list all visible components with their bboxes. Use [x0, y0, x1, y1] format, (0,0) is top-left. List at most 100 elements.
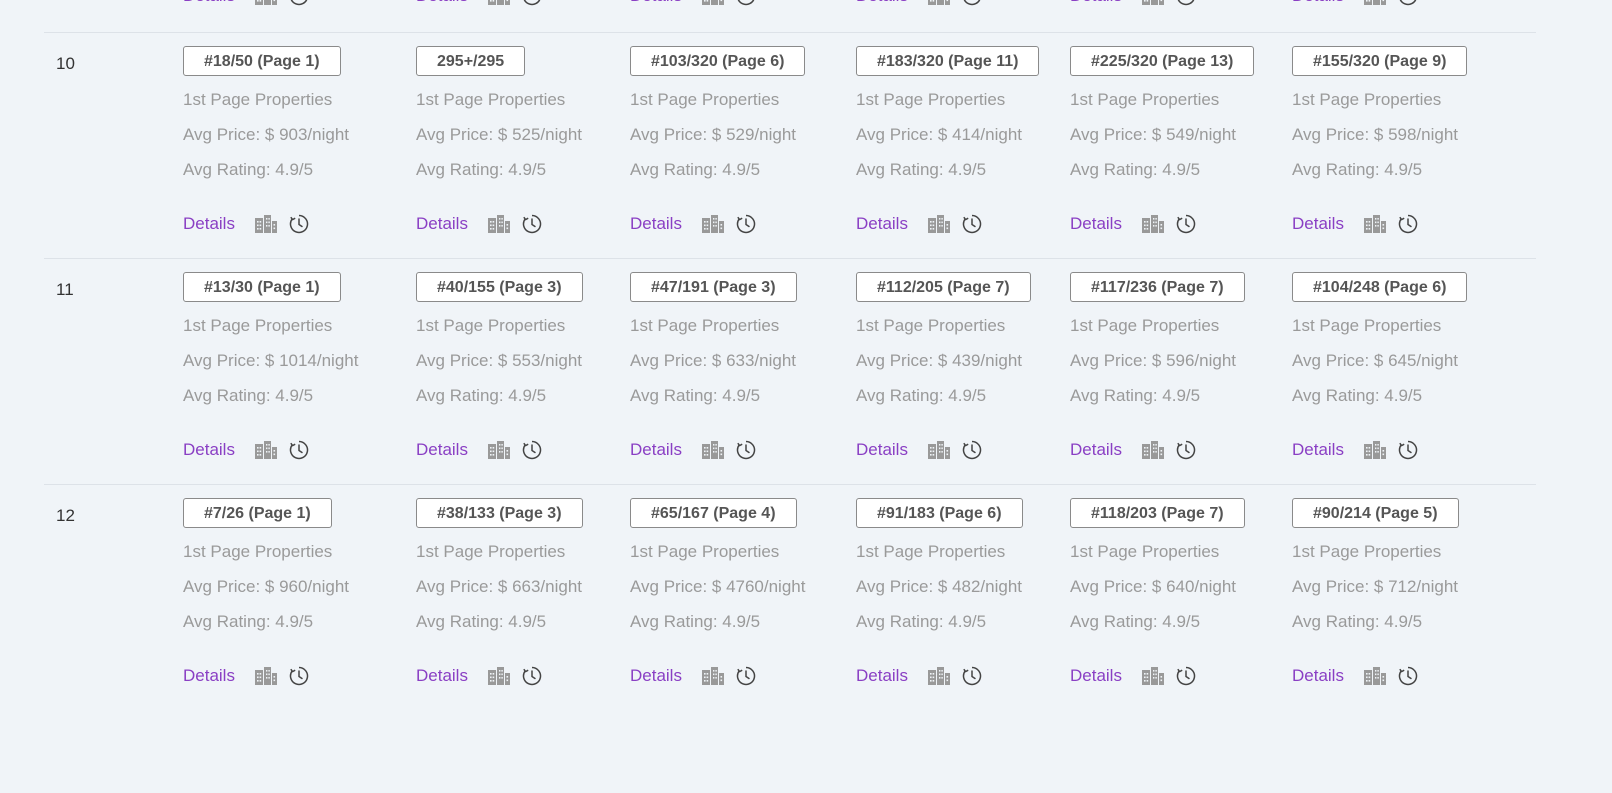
history-clock-icon[interactable] — [289, 440, 309, 460]
details-link[interactable]: Details — [630, 0, 682, 6]
details-link[interactable]: Details — [416, 0, 468, 6]
building-icon[interactable] — [1363, 667, 1386, 685]
details-link[interactable]: Details — [856, 0, 908, 6]
building-icon[interactable] — [1141, 0, 1164, 5]
building-icon[interactable] — [487, 667, 510, 685]
rank-badge[interactable]: #13/30 (Page 1) — [183, 272, 341, 302]
rank-badge[interactable]: 295+/295 — [416, 46, 526, 76]
building-icon[interactable] — [254, 215, 277, 233]
building-icon[interactable] — [701, 0, 724, 5]
building-icon[interactable] — [254, 667, 277, 685]
rank-badge[interactable]: #7/26 (Page 1) — [183, 498, 332, 528]
history-clock-icon[interactable] — [1176, 214, 1196, 234]
building-icon[interactable] — [701, 215, 724, 233]
rank-badge[interactable]: #91/183 (Page 6) — [856, 498, 1023, 528]
avg-rating-text: Avg Rating: 4.9/5 — [416, 612, 547, 631]
details-link[interactable]: Details — [1292, 440, 1344, 460]
history-clock-icon-svg — [963, 0, 981, 6]
history-clock-icon[interactable] — [962, 0, 982, 6]
details-link[interactable]: Details — [856, 666, 908, 686]
history-clock-icon[interactable] — [736, 214, 756, 234]
history-clock-icon-svg — [289, 440, 309, 460]
history-clock-icon[interactable] — [289, 214, 309, 234]
building-icon[interactable] — [701, 667, 724, 685]
history-clock-icon-svg — [962, 440, 982, 460]
details-link[interactable]: Details — [630, 214, 682, 234]
history-clock-icon[interactable] — [736, 440, 756, 460]
rank-badge[interactable]: #225/320 (Page 13) — [1070, 46, 1255, 76]
rank-badge[interactable]: #155/320 (Page 9) — [1292, 46, 1468, 76]
history-clock-icon[interactable] — [522, 666, 542, 686]
history-clock-icon[interactable] — [1398, 440, 1418, 460]
rank-badge[interactable]: #18/50 (Page 1) — [183, 46, 341, 76]
rank-badge[interactable]: #40/155 (Page 3) — [416, 272, 583, 302]
history-clock-icon[interactable] — [522, 440, 542, 460]
details-link[interactable]: Details — [856, 214, 908, 234]
grid-row: 10 #18/50 (Page 1) 1st Page Properties Avg … — [44, 32, 1536, 259]
details-link[interactable]: Details — [183, 0, 235, 6]
details-link[interactable]: Details — [183, 440, 235, 460]
details-link[interactable]: Details — [1070, 440, 1122, 460]
rank-badge[interactable]: #117/236 (Page 7) — [1070, 272, 1245, 302]
building-icon[interactable] — [1363, 215, 1386, 233]
details-link[interactable]: Details — [856, 440, 908, 460]
history-clock-icon[interactable] — [1176, 666, 1196, 686]
history-clock-icon[interactable] — [1398, 666, 1418, 686]
rank-badge[interactable]: #112/205 (Page 7) — [856, 272, 1031, 302]
building-icon[interactable] — [701, 441, 724, 459]
rank-badge[interactable]: #183/320 (Page 11) — [856, 46, 1040, 76]
building-icon-svg — [927, 215, 950, 233]
details-link[interactable]: Details — [1070, 214, 1122, 234]
avg-rating-text: Avg Rating: 4.9/5 — [1292, 386, 1423, 405]
details-link[interactable]: Details — [1292, 0, 1344, 6]
history-clock-icon[interactable] — [736, 666, 756, 686]
history-clock-icon[interactable] — [962, 440, 982, 460]
cell-actions: Details — [183, 440, 309, 460]
rank-badge[interactable]: #104/248 (Page 6) — [1292, 272, 1468, 302]
building-icon[interactable] — [1363, 0, 1386, 5]
grid-row: 12 #7/26 (Page 1) 1st Page Properties Avg P… — [44, 484, 1536, 710]
row-label: 12 — [56, 506, 75, 525]
details-link[interactable]: Details — [183, 666, 235, 686]
history-clock-icon[interactable] — [962, 214, 982, 234]
building-icon[interactable] — [254, 441, 277, 459]
details-link[interactable]: Details — [1070, 0, 1122, 6]
details-link[interactable]: Details — [416, 440, 468, 460]
building-icon[interactable] — [1363, 441, 1386, 459]
rank-badge[interactable]: #38/133 (Page 3) — [416, 498, 583, 528]
building-icon[interactable] — [1141, 441, 1164, 459]
history-clock-icon[interactable] — [289, 666, 309, 686]
rank-badge[interactable]: #47/191 (Page 3) — [630, 272, 797, 302]
details-link[interactable]: Details — [416, 214, 468, 234]
building-icon[interactable] — [1141, 215, 1164, 233]
building-icon[interactable] — [927, 667, 950, 685]
history-clock-icon[interactable] — [962, 666, 982, 686]
building-icon[interactable] — [927, 215, 950, 233]
history-clock-icon[interactable] — [522, 214, 542, 234]
history-clock-icon[interactable] — [1398, 214, 1418, 234]
rank-badge[interactable]: #118/203 (Page 7) — [1070, 498, 1245, 528]
building-icon[interactable] — [927, 0, 950, 5]
details-link[interactable]: Details — [183, 214, 235, 234]
history-clock-icon[interactable] — [522, 0, 542, 6]
rank-badge[interactable]: #103/320 (Page 6) — [630, 46, 806, 76]
rank-badge[interactable]: #65/167 (Page 4) — [630, 498, 797, 528]
building-icon[interactable] — [487, 441, 510, 459]
building-icon[interactable] — [927, 441, 950, 459]
history-clock-icon[interactable] — [289, 0, 309, 6]
rank-badge[interactable]: #90/214 (Page 5) — [1292, 498, 1459, 528]
details-link[interactable]: Details — [630, 440, 682, 460]
details-link[interactable]: Details — [416, 666, 468, 686]
building-icon[interactable] — [254, 0, 277, 5]
building-icon[interactable] — [1141, 667, 1164, 685]
history-clock-icon[interactable] — [1398, 0, 1418, 6]
details-link[interactable]: Details — [630, 666, 682, 686]
building-icon[interactable] — [487, 215, 510, 233]
history-clock-icon[interactable] — [736, 0, 756, 6]
history-clock-icon[interactable] — [1176, 0, 1196, 6]
details-link[interactable]: Details — [1292, 214, 1344, 234]
history-clock-icon[interactable] — [1176, 440, 1196, 460]
details-link[interactable]: Details — [1292, 666, 1344, 686]
building-icon[interactable] — [487, 0, 510, 5]
details-link[interactable]: Details — [1070, 666, 1122, 686]
